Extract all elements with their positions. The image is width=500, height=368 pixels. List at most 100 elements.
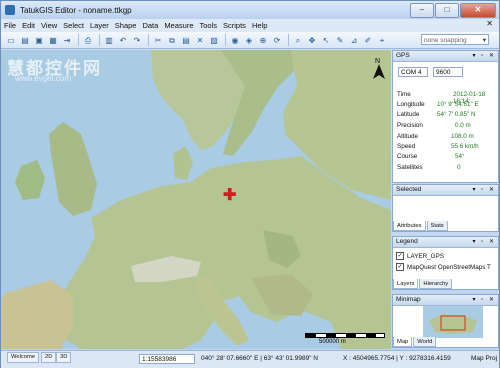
menu-data[interactable]: Data (139, 21, 161, 30)
legend-panel-header: Legend ▾ ▫ ✕ (393, 237, 498, 248)
panel-buttons-icon[interactable]: ▾ ▫ ✕ (473, 51, 497, 61)
gps-panel-title: GPS (396, 52, 410, 59)
tab-hierarchy[interactable]: Hierarchy (419, 279, 453, 289)
tab-stats[interactable]: Stats (426, 221, 448, 231)
minimap-thumbnail[interactable] (423, 306, 483, 338)
gps-altitude-value: 108.0 m (451, 133, 474, 140)
minimize-button[interactable]: – (410, 3, 434, 18)
menu-measure[interactable]: Measure (161, 21, 196, 30)
toolbar-separator (288, 34, 289, 46)
gps-port-select[interactable]: COM 4 (398, 67, 428, 77)
gps-position-marker-icon: ✚ (223, 187, 237, 204)
undo-icon[interactable]: ↶ (117, 35, 129, 46)
layer-checkbox[interactable]: ✓ (396, 263, 404, 271)
cut-icon[interactable]: ✂ (152, 35, 164, 46)
panel-buttons-icon[interactable]: ▾ ▫ ✕ (473, 295, 497, 305)
legend-layer-gps-label: LAYER_GPS (407, 252, 444, 260)
north-arrow-label: N (375, 58, 380, 65)
full-extent-icon[interactable]: ⊕ (257, 35, 269, 46)
toolbar-separator (225, 34, 226, 46)
map-canvas[interactable]: 慧都控件网 www.evget.com ✚ N 500000 m (1, 50, 391, 349)
gps-precision-value: 0.0 m (455, 122, 471, 129)
copy-image-icon[interactable]: ▧ (208, 35, 220, 46)
scale-bar-label: 500000 m (319, 339, 346, 345)
copy-icon[interactable]: ⧉ (166, 35, 178, 46)
delete-icon[interactable]: ✕ (194, 35, 206, 46)
toolbar-separator (148, 34, 149, 46)
paste-icon[interactable]: ▤ (180, 35, 192, 46)
menu-help[interactable]: Help (249, 21, 270, 30)
draw-icon[interactable]: ✐ (362, 35, 374, 46)
globe-icon[interactable]: ◉ (229, 35, 241, 46)
projection-label: Map Proj (471, 355, 498, 362)
redo-icon[interactable]: ↷ (131, 35, 143, 46)
menu-select[interactable]: Select (60, 21, 87, 30)
new-icon[interactable]: ▭ (5, 35, 17, 46)
legend-layer-gps[interactable]: ✓ LAYER_GPS (396, 252, 444, 260)
menu-close-icon[interactable]: ✕ (486, 19, 493, 28)
refresh-icon[interactable]: ⟳ (271, 35, 283, 46)
tab-welcome[interactable]: Welcome (7, 352, 40, 363)
gps-satellites-value: 0 (457, 164, 461, 171)
export-icon[interactable]: ⇥ (61, 35, 73, 46)
print-icon[interactable]: ⎙ (82, 35, 94, 46)
menu-layer[interactable]: Layer (87, 21, 112, 30)
menu-tools[interactable]: Tools (197, 21, 221, 30)
selected-panel-header: Selected ▾ ▫ ✕ (393, 185, 498, 196)
layer-icon[interactable]: ◈ (243, 35, 255, 46)
gps-course-value: 54° (455, 153, 465, 160)
gps-longitude-label: Longitude (397, 101, 425, 108)
legend-panel-title: Legend (396, 238, 418, 245)
legend-tabs: Layers Hierarchy (393, 279, 453, 289)
menu-shape[interactable]: Shape (112, 21, 140, 30)
layer-checkbox[interactable]: ✓ (396, 252, 404, 260)
maximize-button[interactable]: □ (435, 3, 459, 18)
tab-layers[interactable]: Layers (393, 279, 419, 289)
save-icon[interactable]: ▣ (33, 35, 45, 46)
tab-map[interactable]: Map (393, 337, 413, 347)
snap-icon[interactable]: ⌖ (376, 35, 388, 46)
select-arrow-icon[interactable]: ↖ (320, 35, 332, 46)
panel-buttons-icon[interactable]: ▾ ▫ ✕ (473, 237, 497, 247)
minimap-panel-title: Minimap (396, 296, 421, 303)
gps-panel: GPS ▾ ▫ ✕ COM 4 9600 Time 2012-01-18 16:1… (392, 50, 499, 183)
gps-course-label: Course (397, 153, 418, 160)
gps-speed-value: 55.6 km/h (451, 143, 479, 150)
menu-edit[interactable]: Edit (19, 21, 38, 30)
gps-latitude-value: 54° 7' 0.85" N (437, 111, 476, 118)
minimap-panel-header: Minimap ▾ ▫ ✕ (393, 295, 498, 306)
scale-input[interactable]: 1:15583986 (139, 354, 195, 364)
tab-attributes[interactable]: Attributes (393, 221, 426, 231)
menu-file[interactable]: File (1, 21, 19, 30)
legend-layer-mapquest[interactable]: ✓ MapQuest OpenStreetMaps T (396, 263, 491, 271)
edit-icon[interactable]: ✎ (334, 35, 346, 46)
pan-icon[interactable]: ✥ (306, 35, 318, 46)
zoom-icon[interactable]: ⌕ (292, 35, 304, 46)
menu-scripts[interactable]: Scripts (220, 21, 249, 30)
save-as-icon[interactable]: ▦ (47, 35, 59, 46)
open-icon[interactable]: ▤ (19, 35, 31, 46)
properties-icon[interactable]: ▥ (103, 35, 115, 46)
title-bar: TatukGIS Editor - noname.ttkgp – □ ✕ (1, 1, 499, 19)
panel-buttons-icon[interactable]: ▾ ▫ ✕ (473, 185, 497, 195)
tab-3d[interactable]: 3D (56, 352, 72, 363)
measure-icon[interactable]: ⊿ (348, 35, 360, 46)
gps-baud-select[interactable]: 9600 (433, 67, 463, 77)
snapping-value: none snapping (424, 37, 467, 44)
toolbar-separator (99, 34, 100, 46)
watermark-url: www.evget.com (15, 74, 72, 83)
tab-world[interactable]: World (413, 337, 437, 347)
minimap-tabs: Map World (393, 337, 437, 347)
legend-layer-mapquest-label: MapQuest OpenStreetMaps T (407, 263, 491, 271)
app-icon (5, 5, 15, 15)
gps-latitude-label: Latitude (397, 111, 420, 118)
tab-2d[interactable]: 2D (41, 352, 57, 363)
close-button[interactable]: ✕ (460, 3, 496, 18)
north-arrow-icon: N (373, 58, 385, 79)
gps-port-value: COM 4 (401, 69, 422, 76)
snapping-dropdown[interactable]: none snapping ▾ (421, 34, 489, 45)
minimap-panel: Minimap ▾ ▫ ✕ Map World (392, 294, 499, 348)
menu-view[interactable]: View (38, 21, 60, 30)
legend-panel: Legend ▾ ▫ ✕ ✓ LAYER_GPS ✓ MapQuest OpenStr… (392, 236, 499, 290)
gps-altitude-label: Altitude (397, 133, 419, 140)
